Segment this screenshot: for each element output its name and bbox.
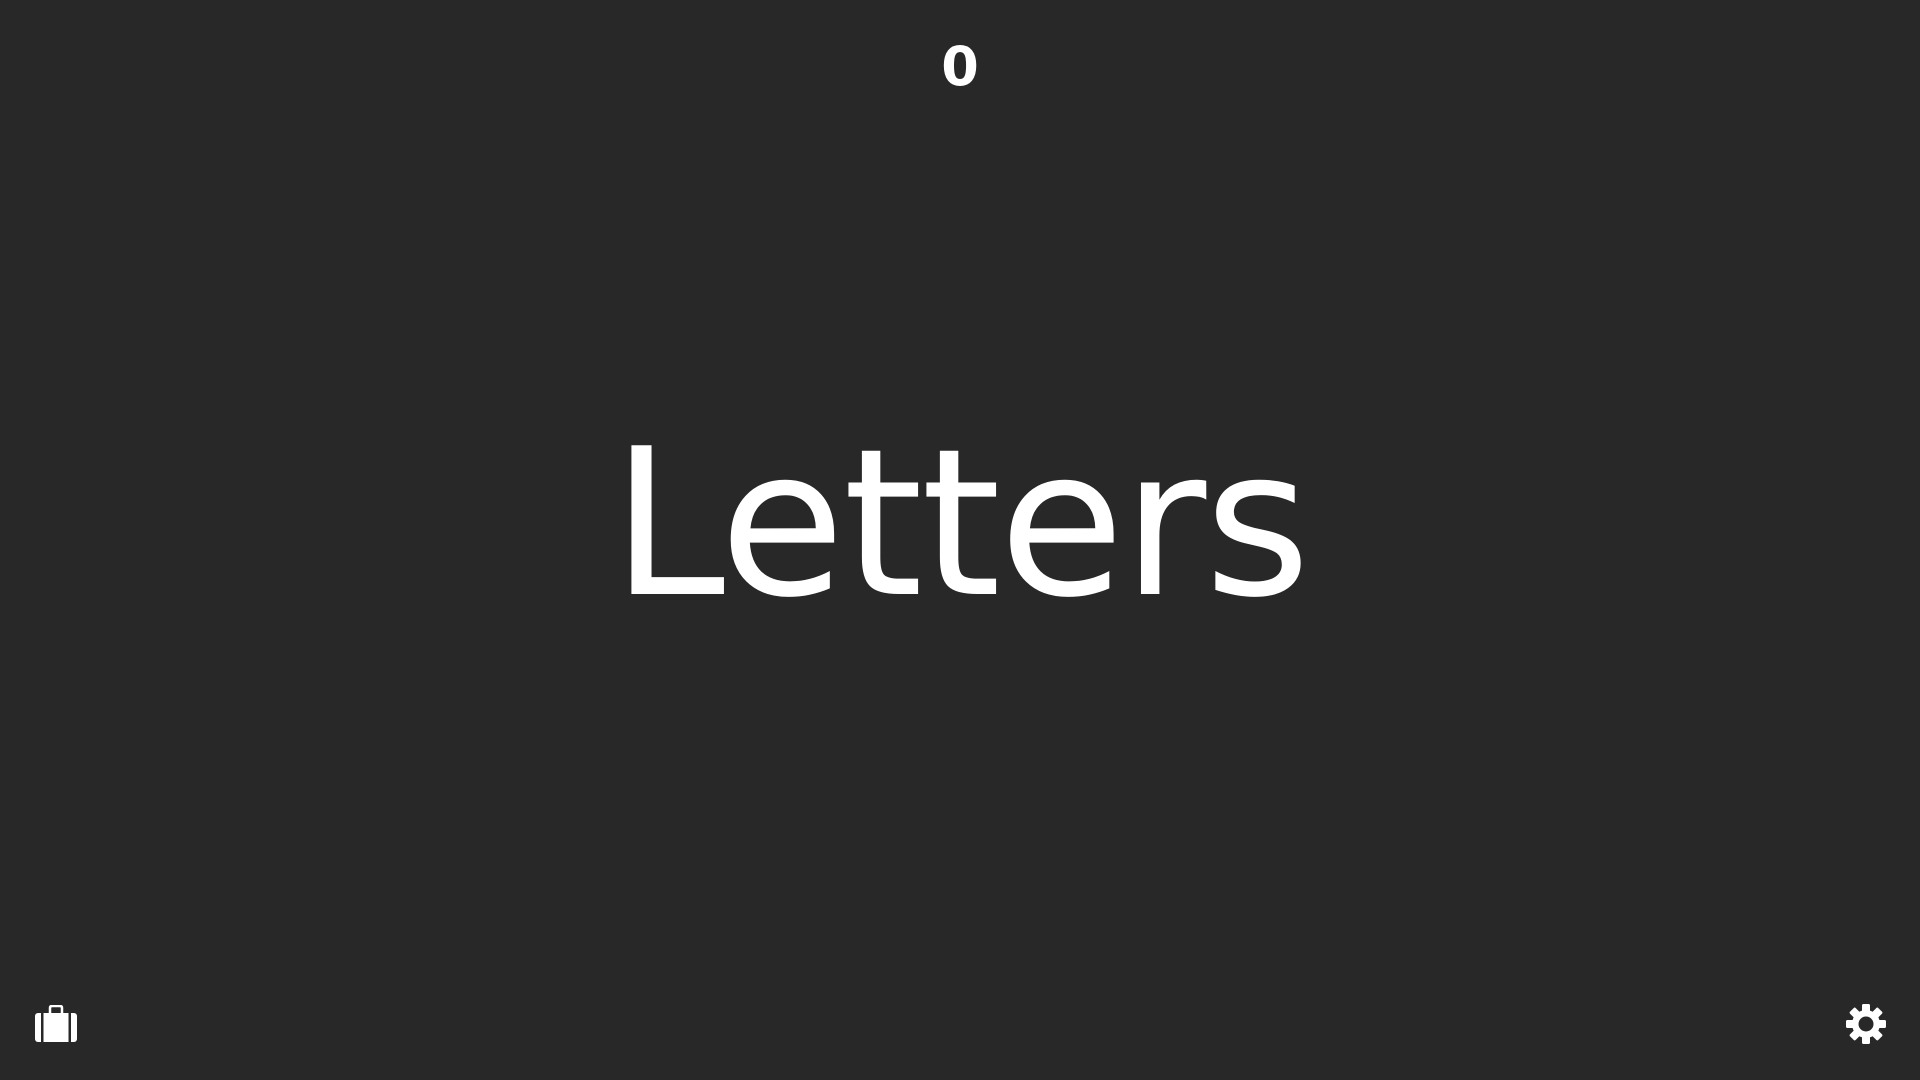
game-screen: 0 Letters: [0, 0, 1920, 1080]
score-counter: 0: [941, 35, 979, 98]
gear-icon: [1845, 1003, 1887, 1045]
settings-button[interactable]: [1842, 1000, 1890, 1048]
briefcase-button[interactable]: [32, 1000, 80, 1048]
game-title[interactable]: Letters: [0, 405, 1920, 645]
briefcase-icon: [34, 1005, 78, 1043]
